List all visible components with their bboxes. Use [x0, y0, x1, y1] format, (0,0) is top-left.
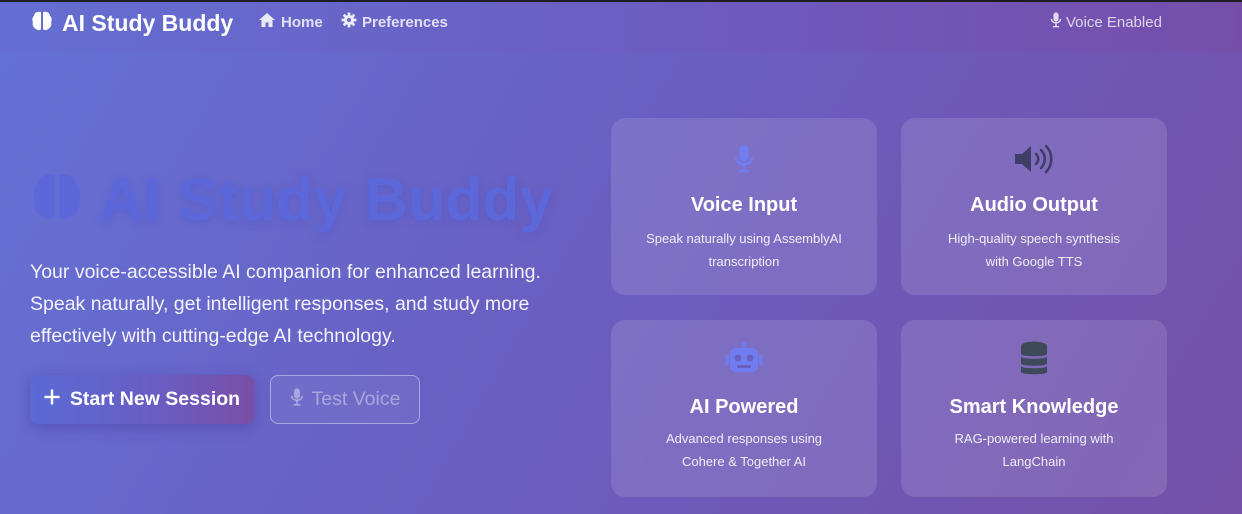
start-new-session-button[interactable]: Start New Session: [30, 375, 254, 424]
feature-title: Audio Output: [970, 194, 1098, 216]
microphone-icon: [290, 387, 304, 413]
robot-icon: [724, 342, 764, 376]
hero-title: AI Study Buddy: [28, 164, 554, 234]
database-icon: [1019, 341, 1049, 376]
hero-description: Your voice-accessible AI companion for e…: [30, 256, 570, 352]
feature-description-line: Cohere & Together AI: [681, 454, 807, 469]
feature-description: RAG-powered learning with LangChain: [937, 427, 1132, 473]
feature-card-ai-powered: AI Powered Advanced responses using Cohe…: [611, 320, 877, 497]
speaker-icon: [1013, 142, 1055, 176]
feature-title: Voice Input: [690, 194, 798, 216]
test-voice-button[interactable]: Test Voice: [270, 375, 420, 424]
brand-name: AI Study Buddy: [62, 9, 234, 36]
feature-description: Advanced responses using Cohere & Togeth…: [648, 427, 840, 473]
feature-description-line: with Google TTS: [985, 254, 1083, 269]
hero-title-text: AI Study Buddy: [100, 165, 554, 233]
feature-card-voice-input: Voice Input Speak naturally using Assemb…: [611, 118, 877, 295]
test-voice-label: Test Voice: [311, 388, 401, 410]
feature-description-line: transcription: [708, 254, 780, 269]
feature-card-smart-knowledge: Smart Knowledge RAG-powered learning wit…: [901, 320, 1167, 497]
brain-icon: [30, 9, 54, 38]
feature-title: AI Powered: [689, 396, 799, 418]
home-icon: [258, 12, 276, 32]
feature-card-audio-output: Audio Output High-quality speech synthes…: [901, 118, 1167, 295]
microphone-icon: [733, 142, 755, 176]
feature-description-line: LangChain: [1002, 454, 1066, 469]
microphone-icon: [1050, 12, 1062, 32]
start-new-session-label: Start New Session: [69, 388, 241, 410]
nav-preferences-link[interactable]: Preferences: [341, 12, 448, 32]
feature-description-line: High-quality speech synthesis: [948, 231, 1120, 246]
nav-home-label: Home: [281, 13, 323, 31]
nav-home-link[interactable]: Home: [258, 12, 323, 32]
feature-description: High-quality speech synthesis with Googl…: [930, 227, 1138, 273]
hero-description-line: effectively with cutting-edge AI technol…: [30, 325, 396, 347]
voice-status-label: Voice Enabled: [1066, 13, 1162, 31]
gear-icon: [341, 12, 357, 32]
navbar: AI Study Buddy Home Preferences Voice En…: [0, 0, 1242, 52]
plus-icon: [44, 388, 60, 411]
nav-preferences-label: Preferences: [362, 13, 448, 31]
hero-description-line: Speak naturally, get intelligent respons…: [30, 293, 530, 315]
feature-description-line: Advanced responses using: [665, 431, 823, 446]
brain-icon: [28, 168, 86, 231]
feature-description-line: RAG-powered learning with: [954, 431, 1114, 446]
feature-description-line: Speak naturally using AssemblyAI: [646, 231, 842, 246]
feature-title: Smart Knowledge: [949, 396, 1119, 418]
hero-description-line: Your voice-accessible AI companion for e…: [30, 261, 541, 283]
brand[interactable]: AI Study Buddy: [30, 8, 233, 38]
voice-status-badge: Voice Enabled: [1050, 12, 1162, 32]
feature-description: Speak naturally using AssemblyAI transcr…: [628, 227, 860, 273]
